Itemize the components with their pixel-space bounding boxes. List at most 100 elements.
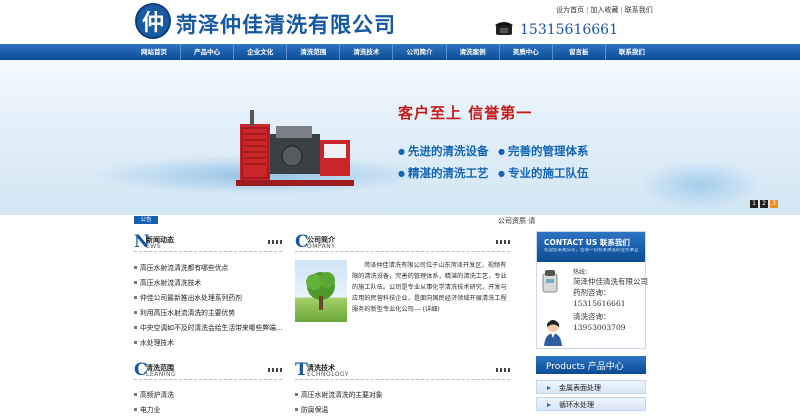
contact-role-1: 药剂咨询：	[573, 288, 611, 297]
tech-title-letter: T	[295, 360, 308, 380]
nav-items: 网站首页 产品中心 企业文化 清洗范围 清洗技术 公司简介 清洗案例 资质中心 …	[128, 44, 658, 60]
products-title: Products 产品中心	[546, 362, 624, 372]
contact-subtitle: 欢迎您来我公司，咨询一切有关清洗的业务事宜	[544, 248, 639, 253]
nav-item-tech[interactable]: 清洗技术	[340, 44, 394, 60]
scope-item-title[interactable]: 电力业	[140, 406, 160, 414]
news-item-title[interactable]: 水处理技术	[140, 339, 174, 347]
bullet-icon	[134, 341, 137, 344]
banner-page-3[interactable]: 3	[770, 200, 778, 208]
product-item-label[interactable]: 金属表面处理	[559, 383, 601, 393]
product-item[interactable]: 金属表面处理	[536, 380, 646, 394]
company-section-header: C 公司简介 OMPANY	[295, 232, 510, 252]
nav-item-home[interactable]: 网站首页	[128, 44, 182, 60]
list-item[interactable]: 电力业	[134, 404, 284, 419]
company-logo[interactable]: 仲	[135, 3, 171, 39]
banner-feature: ● 专业的施工队伍	[498, 165, 588, 181]
bullet-icon	[134, 296, 137, 299]
tech-item-title[interactable]: 防腐保温	[301, 406, 328, 414]
bullet-icon: ●	[498, 147, 505, 156]
list-item[interactable]: 水处理技术	[134, 337, 284, 352]
banner-feature-text: 专业的施工队伍	[507, 166, 589, 180]
list-item[interactable]: 高压水射流清洗都有哪些优点	[134, 262, 284, 277]
scope-list: 高频炉清洗 电力业	[134, 389, 284, 419]
hero-banner[interactable]: 客户至上 信誉第一 ● 先进的清洗设备 ● 完善的管理体系 ● 精湛的清洗工艺 ● 专业…	[0, 60, 800, 215]
list-item[interactable]: 中央空调如不及时清洗会给生活带来哪些弊端...	[134, 322, 284, 337]
news-section-header: N 新闻动态 EWS	[134, 232, 282, 252]
arrow-right-icon	[547, 386, 551, 390]
news-item-title[interactable]: 高压水射流清洗技术	[140, 279, 201, 287]
more-link[interactable]	[268, 368, 282, 372]
news-item-title[interactable]: 高压水射流清洗都有哪些优点	[140, 264, 228, 272]
bullet-icon	[134, 311, 137, 314]
nav-item-about[interactable]: 公司简介	[393, 44, 447, 60]
contact-company: 菏泽仲佳清洗有限公司	[573, 277, 648, 286]
agent-avatar	[544, 320, 562, 346]
more-link[interactable]	[496, 240, 510, 244]
cleaning-machine-image	[236, 110, 354, 186]
banner-feature: ● 先进的清洗设备	[398, 143, 488, 159]
tech-list: 高压水射流清洗的主要对象 防腐保温	[295, 389, 510, 419]
product-item-label[interactable]: 循环水处理	[559, 400, 594, 410]
scope-section-header: C 清洗范围 LEANING	[134, 360, 282, 380]
company-image	[295, 260, 347, 322]
more-link[interactable]	[496, 368, 510, 372]
banner-feature-text: 完善的管理体系	[507, 144, 589, 158]
company-name: 菏泽仲佳清洗有限公司	[176, 12, 396, 37]
contact-role-2: 清洗咨询：	[573, 312, 611, 321]
news-item-title[interactable]: 仲佳公司最新推出水处理系列药剂	[140, 294, 242, 302]
bullet-icon	[134, 393, 137, 396]
contact-panel: CONTACT US 联系我们 欢迎您来我公司，咨询一切有关清洗的业务事宜 热线…	[536, 231, 648, 349]
news-item-title[interactable]: 利用高压水射流清洗的主要优势	[140, 309, 235, 317]
water-splash-graphic	[640, 160, 760, 210]
announcement-text[interactable]: 公司资质 请	[498, 216, 535, 226]
nav-item-guestbook[interactable]: 留言板	[553, 44, 606, 60]
more-link[interactable]	[268, 240, 282, 244]
bullet-icon	[295, 393, 298, 396]
scope-title-en: LEANING	[146, 371, 177, 378]
announcement-label: 公告	[134, 216, 158, 224]
nav-item-cases[interactable]: 清洗案例	[447, 44, 500, 60]
bullet-icon	[295, 408, 298, 411]
list-item[interactable]: 高压水射流清洗技术	[134, 277, 284, 292]
nav-item-scope[interactable]: 清洗范围	[287, 44, 341, 60]
news-item-title[interactable]: 中央空调如不及时清洗会给生活带来哪些弊端...	[140, 324, 282, 332]
set-homepage-link[interactable]: 设为首页	[556, 6, 584, 14]
main-nav: 网站首页 产品中心 企业文化 清洗范围 清洗技术 公司简介 清洗案例 资质中心 …	[0, 44, 800, 60]
banner-slogan: 客户至上 信誉第一	[398, 104, 533, 122]
link-separator: |	[620, 6, 623, 14]
nav-item-contact[interactable]: 联系我们	[606, 44, 658, 60]
nav-item-culture[interactable]: 企业文化	[234, 44, 288, 60]
banner-feature: ● 精湛的清洗工艺	[398, 165, 488, 181]
product-item[interactable]: 循环水处理	[536, 397, 646, 411]
contact-phone-2: 13953003709	[573, 323, 626, 332]
list-item[interactable]: 高压水射流清洗的主要对象	[295, 389, 510, 404]
hotline-label: 热线：	[573, 269, 592, 276]
list-item[interactable]: 高频炉清洗	[134, 389, 284, 404]
list-item[interactable]: 利用高压水射流清洗的主要优势	[134, 307, 284, 322]
phone-icon	[495, 22, 513, 35]
contact-phone-1: 15315616661	[573, 299, 626, 308]
add-favorite-link[interactable]: 加入收藏	[590, 6, 618, 14]
site-header: 仲 菏泽仲佳清洗有限公司 15315616661 设为首页 | 加入收藏 | 联系我们	[0, 0, 800, 44]
nav-item-qualification[interactable]: 资质中心	[500, 44, 553, 60]
banner-page-2[interactable]: 2	[760, 200, 768, 208]
scope-item-title[interactable]: 高频炉清洗	[140, 391, 174, 399]
news-list: 高压水射流清洗都有哪些优点 高压水射流清洗技术 仲佳公司最新推出水处理系列药剂 …	[134, 262, 284, 352]
list-item[interactable]: 仲佳公司最新推出水处理系列药剂	[134, 292, 284, 307]
list-item[interactable]: 防腐保温	[295, 404, 510, 419]
news-title-en: EWS	[146, 243, 162, 250]
banner-feature-text: 精湛的清洗工艺	[407, 166, 489, 180]
products-header: Products 产品中心	[536, 356, 646, 374]
banner-page-1[interactable]: 1	[750, 200, 758, 208]
tree-icon	[306, 272, 335, 310]
company-intro-text: 菏泽仲佳清洗有限公司位于山东菏泽开发区，视频有限的清洗设备，完善的管理体系，精湛…	[352, 262, 507, 313]
nav-item-products[interactable]: 产品中心	[181, 44, 235, 60]
tech-item-title[interactable]: 高压水射流清洗的主要对象	[301, 391, 383, 399]
banner-feature-text: 先进的清洗设备	[407, 144, 489, 158]
banner-feature: ● 完善的管理体系	[498, 143, 588, 159]
contact-title: CONTACT US 联系我们	[544, 238, 630, 247]
link-separator: |	[586, 6, 589, 14]
tech-section-header: T 清洗技术 ECHNOLOGY	[295, 360, 510, 380]
bullet-icon: ●	[398, 147, 405, 156]
contact-us-link[interactable]: 联系我们	[625, 6, 653, 14]
